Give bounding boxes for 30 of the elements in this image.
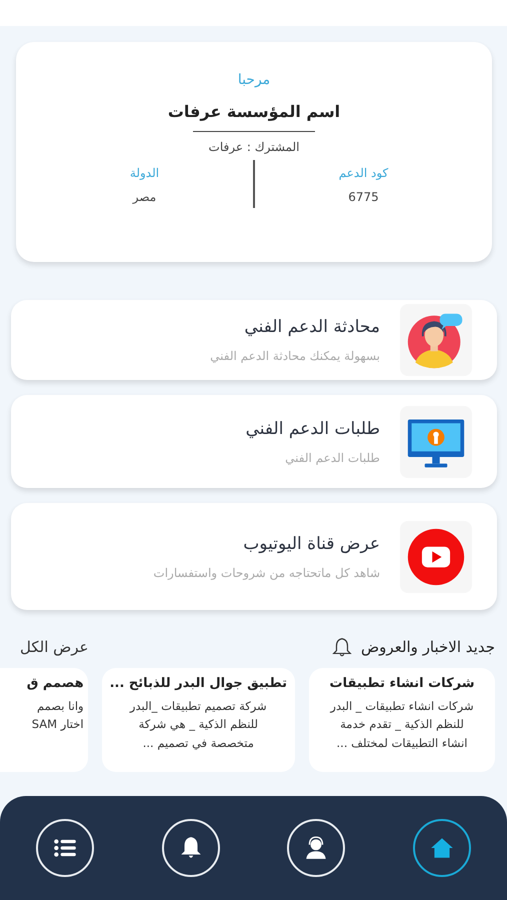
nav-button[interactable] bbox=[413, 819, 471, 877]
menu-subtitle: شاهد كل ماتحتاجه من شروحات واستفسارات bbox=[153, 566, 380, 580]
news-section-title: جديد الاخبار والعروض bbox=[361, 638, 495, 656]
menu-title: محادثة الدعم الفني bbox=[244, 317, 380, 337]
news-card[interactable]: تطبيق جوال البدر للذبائح ... شركة تصميم تطبيقات _البدر للنظم الذكية _ هي شركة متخصصة في تصميم ... bbox=[102, 668, 295, 772]
greeting: مرحبا bbox=[238, 72, 270, 88]
youtube-icon bbox=[406, 526, 466, 586]
news-excerpt: شركة تصميم تطبيقات _البدر للنظم الذكية _ هي شركة متخصصة في تصميم ... bbox=[130, 698, 267, 752]
organization-name: اسم المؤسسة عرفات bbox=[168, 102, 340, 121]
field-value: 6775 bbox=[348, 190, 379, 204]
news-title: شركات انشاء تطبيقات bbox=[330, 676, 474, 691]
field-value: مصر bbox=[132, 190, 156, 204]
news-card[interactable]: شركات انشاء تطبيقات شركات انشاء تطبيقات _ البدر للنظم الذكية _ تقدم خدمة انشاء التطبيقات لمختلف ... bbox=[309, 668, 495, 772]
menu-subtitle: بسهولة يمكنك محادثة الدعم الفني bbox=[210, 349, 380, 363]
bell-icon bbox=[331, 636, 354, 658]
news-excerpt: وانا بصمم اختار SAM bbox=[32, 698, 84, 734]
news-excerpt: شركات انشاء تطبيقات _ البدر للنظم الذكية _ تقدم خدمة انشاء التطبيقات لمختلف ... bbox=[330, 698, 474, 752]
view-all-link[interactable]: عرض الكل bbox=[20, 638, 89, 656]
menu-card[interactable]: طلبات الدعم الفني طلبات الدعم الفني bbox=[11, 395, 497, 488]
news-title: هصمم ق bbox=[26, 676, 84, 691]
menu-card[interactable]: محادثة الدعم الفني بسهولة يمكنك محادثة الدعم الفني bbox=[11, 300, 497, 380]
news-card[interactable]: هصمم ق وانا بصمم اختار SAM bbox=[0, 668, 88, 772]
news-title: تطبيق جوال البدر للذبائح ... bbox=[110, 676, 287, 691]
field-label: كود الدعم bbox=[338, 166, 388, 180]
field-label: الدولة bbox=[130, 166, 160, 180]
menu-card[interactable]: عرض قناة اليوتيوب شاهد كل ماتحتاجه من شروحات واستفسارات bbox=[11, 503, 497, 610]
menu-title: عرض قناة اليوتيوب bbox=[243, 534, 380, 554]
menu-subtitle: طلبات الدعم الفني bbox=[285, 450, 380, 464]
subscriber-name: المشترك : عرفات bbox=[208, 140, 300, 154]
menu-title: طلبات الدعم الفني bbox=[246, 418, 380, 438]
